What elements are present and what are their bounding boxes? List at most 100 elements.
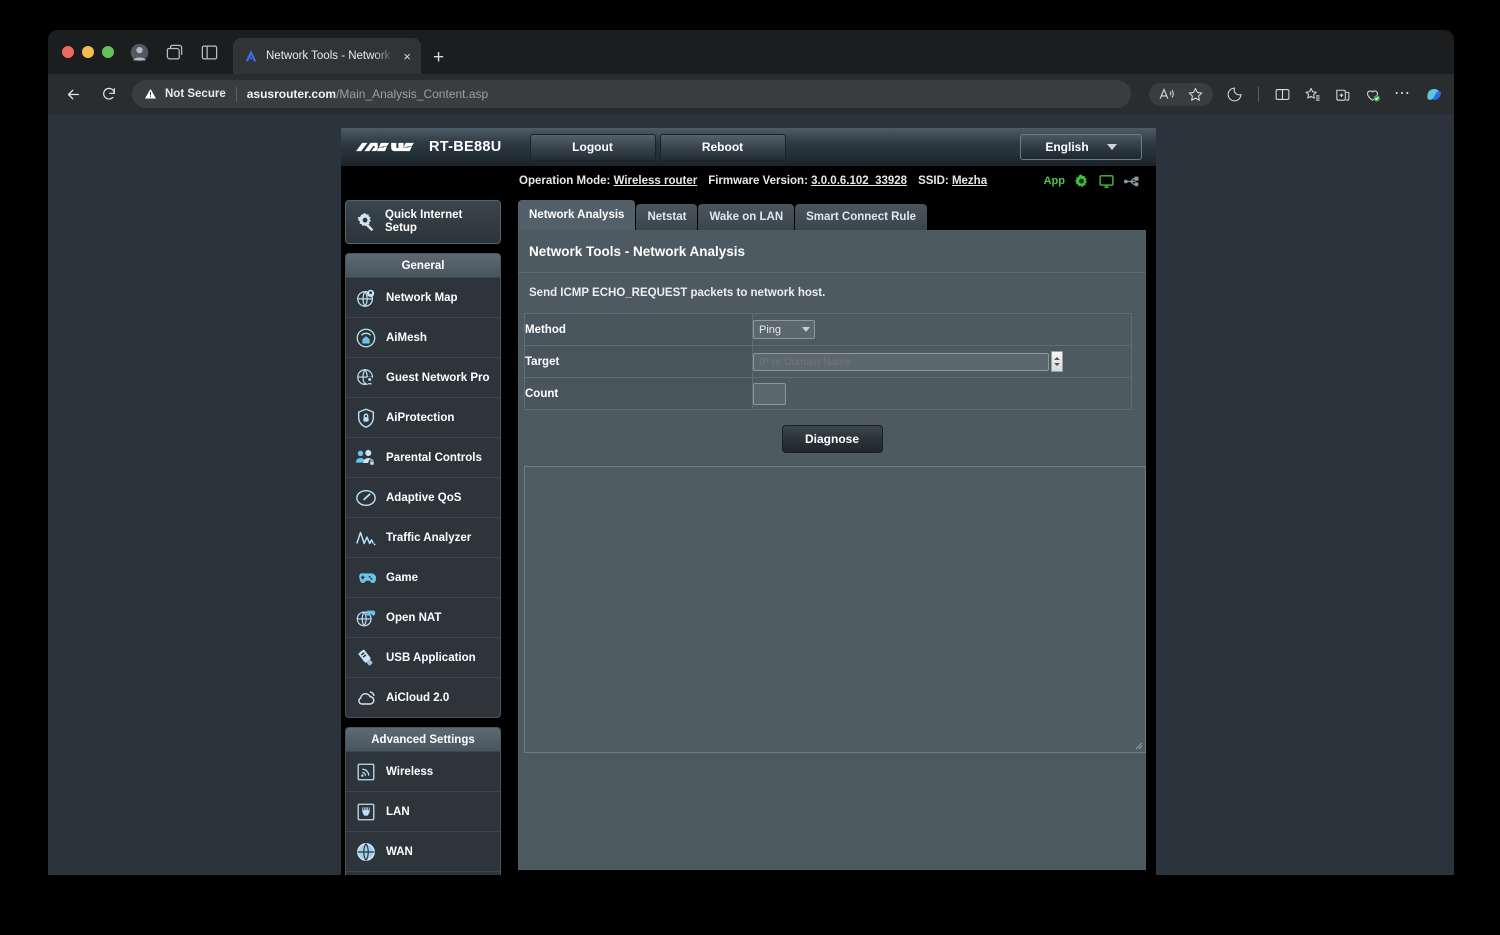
gear-green-icon[interactable] <box>1073 173 1090 190</box>
sidebar-item-aiprotection[interactable]: AiProtection <box>346 397 500 437</box>
lan-port-icon <box>355 801 377 823</box>
sidebar-item-network-map[interactable]: Network Map <box>346 277 500 317</box>
sidebar-item-amazon-alexa[interactable]: Amazon Alexa <box>346 871 500 875</box>
asus-favicon <box>243 48 259 64</box>
sidebar-item-label: Game <box>386 571 418 584</box>
method-select-value: Ping <box>759 323 782 336</box>
sidebar-item-guest-network-pro[interactable]: Guest Network Pro <box>346 357 500 397</box>
method-cell: Ping <box>753 314 1132 346</box>
sidebar-item-adaptive-qos[interactable]: Adaptive QoS <box>346 477 500 517</box>
not-secure-warning-icon <box>144 88 157 100</box>
usb-icon[interactable] <box>1123 173 1140 190</box>
settings-more-icon[interactable]: ⋯ <box>1394 86 1411 102</box>
app-label[interactable]: App <box>1044 175 1065 187</box>
sidebar-menu-general-header: General <box>346 254 500 277</box>
maximize-window-button[interactable] <box>102 46 114 58</box>
target-cell <box>753 346 1132 378</box>
diagnose-output-area[interactable] <box>524 466 1146 753</box>
network-analysis-form: Method Ping Target IP or Domain Name Cou… <box>524 313 1132 410</box>
reboot-button[interactable]: Reboot <box>659 133 786 161</box>
read-aloud-icon[interactable] <box>1158 86 1175 103</box>
browser-tab[interactable]: Network Tools - Network Analy × <box>233 38 421 74</box>
close-window-button[interactable] <box>62 46 74 58</box>
router-content: Network Analysis Netstat Wake on LAN Sma… <box>505 196 1156 875</box>
sidebar-item-usb-application[interactable]: USB Application <box>346 637 500 677</box>
ssid-info: SSID: Mezha <box>918 175 987 187</box>
operation-mode-value[interactable]: Wireless router <box>614 175 698 187</box>
chevron-down-icon <box>802 327 810 333</box>
window-controls[interactable] <box>62 30 114 74</box>
collections-icon[interactable] <box>1334 86 1351 103</box>
omnibox-actions-pill <box>1149 82 1213 106</box>
tab-smart-connect-rule[interactable]: Smart Connect Rule <box>795 204 928 230</box>
close-tab-button[interactable]: × <box>401 48 413 65</box>
shopping-icon[interactable] <box>1364 86 1381 103</box>
sidebar-menu-advanced-settings: Advanced Settings Wireless LAN WAN <box>345 727 501 875</box>
sidebar-item-parental-controls[interactable]: Parental Controls <box>346 437 500 477</box>
sidebar-menu-advanced-header: Advanced Settings <box>346 728 500 751</box>
sidebar-item-aimesh[interactable]: AiMesh <box>346 317 500 357</box>
split-screen-icon[interactable] <box>1274 86 1291 103</box>
sidebar-item-wireless[interactable]: Wireless <box>346 751 500 791</box>
resize-handle-icon[interactable] <box>1134 741 1143 750</box>
url-host: asusrouter.com <box>246 87 337 101</box>
ssid-label: SSID: <box>918 175 949 187</box>
method-select[interactable]: Ping <box>753 320 815 340</box>
workspaces-icon[interactable] <box>165 43 184 62</box>
language-selector[interactable]: English <box>1020 134 1142 160</box>
ssid-value[interactable]: Mezha <box>952 175 987 187</box>
diagnose-button-row: Diagnose <box>518 410 1146 466</box>
status-icon-group: App <box>1044 166 1140 196</box>
logout-button[interactable]: Logout <box>529 133 656 161</box>
sidebar-item-label: Adaptive QoS <box>386 491 462 504</box>
quick-setup-icon <box>355 211 377 233</box>
target-input[interactable] <box>753 352 1049 371</box>
count-input[interactable] <box>753 382 786 405</box>
sidebar-item-label: AiCloud 2.0 <box>386 691 450 704</box>
tab-netstat[interactable]: Netstat <box>636 204 698 230</box>
url-path: /Main_Analysis_Content.asp <box>336 87 489 101</box>
browser-window: Network Tools - Network Analy × + Not Se… <box>48 30 1454 875</box>
reload-icon[interactable] <box>96 81 122 107</box>
profile-avatar-icon[interactable] <box>130 43 149 62</box>
form-row-method: Method Ping <box>524 313 1132 346</box>
add-favorite-icon[interactable] <box>1304 86 1321 103</box>
tab-network-analysis[interactable]: Network Analysis <box>518 200 636 230</box>
toolbar-divider <box>1258 86 1259 102</box>
sidebar-item-traffic-analyzer[interactable]: Traffic Analyzer <box>346 517 500 557</box>
address-bar-url: asusrouter.com/Main_Analysis_Content.asp <box>247 87 488 101</box>
minimize-window-button[interactable] <box>82 46 94 58</box>
router-model: RT-BE88U <box>429 139 502 155</box>
sidebar-item-label: WAN <box>386 845 413 858</box>
back-icon[interactable] <box>60 81 86 107</box>
browser-essentials-icon[interactable] <box>1226 86 1243 103</box>
firmware-value[interactable]: 3.0.0.6.102_33928 <box>811 175 907 187</box>
browser-toolbar-actions: ⋯ <box>1141 82 1444 106</box>
address-bar[interactable]: Not Secure asusrouter.com/Main_Analysis_… <box>132 80 1131 108</box>
monitor-icon[interactable] <box>1098 173 1115 190</box>
sidebar-item-open-nat[interactable]: Open NAT <box>346 597 500 637</box>
method-label: Method <box>524 313 753 346</box>
diagnose-button[interactable]: Diagnose <box>781 425 883 453</box>
sidebar-item-wan[interactable]: WAN <box>346 831 500 871</box>
new-tab-button[interactable]: + <box>433 48 444 67</box>
count-label: Count <box>524 377 753 410</box>
browser-navbar: Not Secure asusrouter.com/Main_Analysis_… <box>48 74 1454 114</box>
sidebar-item-label: Parental Controls <box>386 451 482 464</box>
sidebar-item-game[interactable]: Game <box>346 557 500 597</box>
copilot-icon[interactable] <box>1424 84 1444 104</box>
tab-wake-on-lan[interactable]: Wake on LAN <box>698 204 795 230</box>
sidebar-item-quick-internet-setup[interactable]: Quick Internet Setup <box>345 200 501 244</box>
favorite-star-icon[interactable] <box>1187 86 1204 103</box>
sidebar-item-aicloud[interactable]: AiCloud 2.0 <box>346 677 500 717</box>
sidebar-item-lan[interactable]: LAN <box>346 791 500 831</box>
wan-globe-icon <box>355 841 377 863</box>
target-history-stepper[interactable] <box>1051 351 1063 372</box>
open-nat-icon <box>355 607 377 629</box>
guest-network-icon <box>355 367 377 389</box>
target-input-group <box>753 351 1063 372</box>
quick-setup-label: Quick Internet Setup <box>385 209 462 235</box>
omnibox-divider <box>235 86 237 102</box>
wireless-signal-icon <box>355 761 377 783</box>
tab-actions-icon[interactable] <box>200 43 219 62</box>
